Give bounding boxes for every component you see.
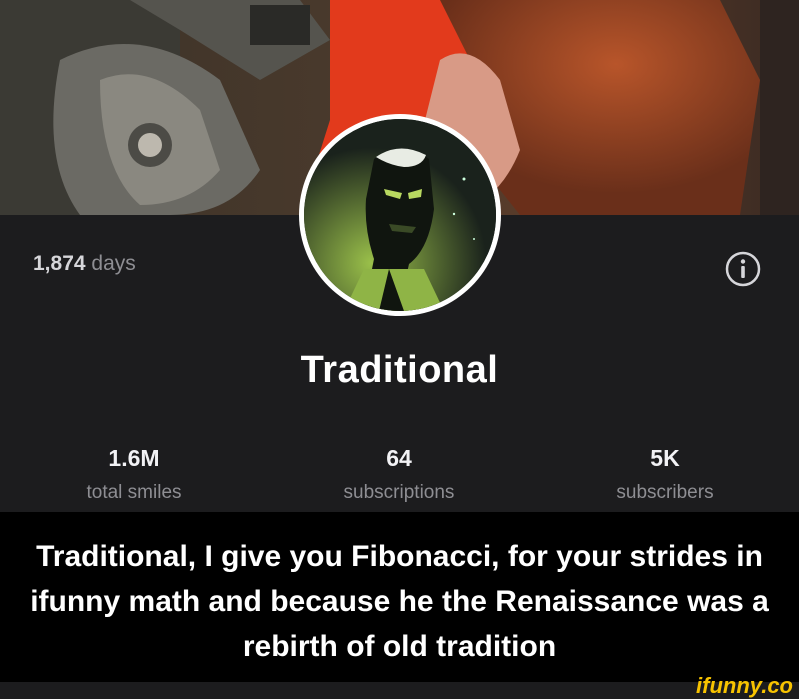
- stat-total-smiles[interactable]: 1.6M total smiles: [24, 445, 244, 504]
- stat-value: 64: [386, 445, 412, 471]
- stat-label: total smiles: [86, 482, 182, 503]
- stat-label: subscriptions: [343, 482, 455, 503]
- stat-value: 5K: [650, 445, 680, 471]
- caption-box: Traditional, I give you Fibonacci, for y…: [0, 512, 799, 682]
- profile-name: Traditional: [300, 349, 499, 391]
- avatar[interactable]: [299, 114, 501, 316]
- stat-label: subscribers: [616, 482, 714, 503]
- avatar-image: [304, 119, 496, 311]
- days-label: days: [91, 252, 136, 275]
- info-button[interactable]: [724, 250, 762, 288]
- stat-subscribers[interactable]: 5K subscribers: [555, 445, 775, 504]
- account-age: 1,874 days: [33, 252, 136, 276]
- watermark: ifunny.co: [696, 673, 793, 698]
- stat-value: 1.6M: [108, 445, 160, 471]
- caption-text: Traditional, I give you Fibonacci, for y…: [30, 540, 769, 663]
- days-count: 1,874: [33, 252, 86, 275]
- stat-subscriptions[interactable]: 64 subscriptions: [289, 445, 509, 504]
- footer-bar: [0, 682, 799, 699]
- info-icon: [725, 251, 761, 287]
